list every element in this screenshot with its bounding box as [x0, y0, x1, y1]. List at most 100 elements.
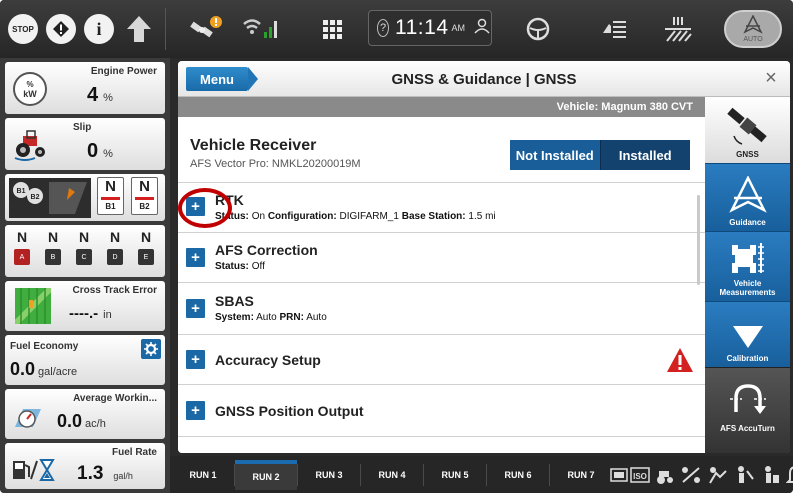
- sbas-prn-key: PRN:: [279, 312, 304, 323]
- run-tab-1[interactable]: RUN 1: [172, 460, 234, 490]
- sbas-row[interactable]: + SBAS System: Auto PRN: Auto: [178, 283, 705, 335]
- section-b-icon: B: [45, 249, 61, 265]
- expand-plus-icon[interactable]: +: [186, 299, 205, 318]
- sbas-details: System: Auto PRN: Auto: [215, 312, 327, 323]
- expand-plus-icon[interactable]: +: [186, 248, 205, 267]
- section-a: NA: [13, 229, 31, 265]
- accuracy-setup-row[interactable]: + Accuracy Setup: [178, 335, 705, 385]
- worker-status-icon[interactable]: [734, 465, 756, 485]
- signal-button[interactable]: [242, 12, 282, 46]
- installed-option[interactable]: Installed: [599, 140, 690, 170]
- left-status-panel: % kW Engine Power 4% Slip 0% B1 B2 N B1 …: [0, 58, 170, 493]
- tractor-status-icon[interactable]: [655, 465, 675, 485]
- warning-icon: [667, 348, 693, 372]
- hitch-b1-label: B1: [105, 202, 116, 211]
- field-crop-icon: [665, 17, 692, 42]
- nav-gnss[interactable]: GNSS: [705, 97, 790, 163]
- iso-icon[interactable]: ISO: [610, 465, 650, 485]
- run-tab-7[interactable]: RUN 7: [550, 460, 612, 490]
- highlight-circle-annotation: [178, 188, 232, 228]
- vehicle-receiver-subtitle: AFS Vector Pro: NMKL20200019M: [190, 158, 361, 170]
- gear-icon: [144, 342, 158, 356]
- run-tab-5[interactable]: RUN 5: [424, 460, 486, 490]
- fuel-rate-title: Fuel Rate: [111, 447, 157, 458]
- fuel-economy-unit: gal/acre: [38, 366, 78, 378]
- vehicle-receiver-title: Vehicle Receiver: [190, 137, 317, 154]
- gnss-position-output-row[interactable]: + GNSS Position Output: [178, 385, 705, 437]
- right-navigation: GNSS Guidance Vehicle Measurements Calib…: [705, 97, 790, 453]
- fuel-rate-tile[interactable]: Fuel Rate 1.3 gal/h: [5, 443, 165, 489]
- receiver-installed-toggle[interactable]: Not Installed Installed: [510, 140, 690, 170]
- expand-plus-icon[interactable]: +: [186, 401, 205, 420]
- engine-power-value: 4: [87, 84, 99, 106]
- slip-title: Slip: [73, 122, 92, 133]
- notification-bell-icon[interactable]: 8: [786, 464, 793, 486]
- clock-time: 11:14: [395, 16, 449, 39]
- top-bar: STOP i ? 11:14 AM AUTO: [0, 0, 793, 58]
- steering-button[interactable]: [520, 12, 556, 46]
- vehicle-receiver-row: Vehicle Receiver AFS Vector Pro: NMKL202…: [178, 117, 705, 183]
- window-header: Menu GNSS & Guidance | GNSS ×: [178, 61, 790, 97]
- svg-text:B1: B1: [17, 188, 26, 195]
- implement-status-icon[interactable]: [707, 465, 729, 485]
- cross-track-tile[interactable]: Cross Track Error ----.- in: [5, 281, 165, 331]
- nav-calibration-label: Calibration: [726, 354, 769, 363]
- fuel-economy-title: Fuel Economy: [10, 341, 79, 352]
- close-button[interactable]: ×: [760, 67, 782, 89]
- info-button[interactable]: i: [84, 12, 114, 46]
- avg-working-unit: ac/h: [85, 418, 106, 430]
- stop-button[interactable]: STOP: [8, 12, 38, 46]
- fuel-economy-tile[interactable]: Fuel Economy 0.0 gal/acre: [5, 335, 165, 385]
- hitch-tile[interactable]: B1 B2 N B1 N B2: [5, 174, 165, 221]
- afs-status-value: Off: [251, 261, 265, 272]
- hitch-b1-n: N: [105, 178, 116, 195]
- hitch-b2-n: N: [139, 178, 150, 195]
- clock-widget[interactable]: ? 11:14 AM: [368, 10, 492, 46]
- nav-guidance[interactable]: Guidance: [705, 163, 790, 231]
- engine-power-unit: %: [103, 92, 113, 104]
- slip-tile[interactable]: Slip 0%: [5, 118, 165, 170]
- run-tab-3[interactable]: RUN 3: [298, 460, 360, 490]
- hitch-b2-label: B2: [139, 202, 150, 211]
- nav-vehicle-measurements[interactable]: Vehicle Measurements: [705, 231, 790, 301]
- section-d: ND: [106, 229, 124, 265]
- sections-tile[interactable]: NA NB NC ND NE: [5, 225, 165, 277]
- slip-value: 0: [87, 140, 99, 162]
- list-scrollbar[interactable]: [697, 195, 700, 285]
- gps-status-button[interactable]: [185, 12, 225, 46]
- not-installed-option[interactable]: Not Installed: [510, 140, 600, 170]
- bottom-run-bar: RUN 1 RUN 2 RUN 3 RUN 4 RUN 5 RUN 6 RUN …: [170, 456, 793, 493]
- nav-calibration[interactable]: Calibration: [705, 301, 790, 367]
- section-a-icon: A: [14, 249, 30, 265]
- nav-vehicle-measurements-label: Vehicle Measurements: [719, 279, 776, 297]
- gnss-settings-list: Vehicle Receiver AFS Vector Pro: NMKL202…: [178, 117, 705, 453]
- run-tab-6[interactable]: RUN 6: [487, 460, 549, 490]
- nav-afs-accuturn[interactable]: AFS AccuTurn: [705, 367, 790, 453]
- hitch-b1-indicator: N B1: [97, 177, 124, 215]
- fuel-economy-settings-button[interactable]: [141, 339, 161, 359]
- help-icon: ?: [377, 19, 389, 37]
- afs-correction-row[interactable]: + AFS Correction Status: Off: [178, 233, 705, 283]
- triangle-down-icon: [732, 326, 763, 348]
- satellite-icon: [726, 107, 767, 145]
- implement-button[interactable]: [596, 12, 632, 46]
- run-tab-2[interactable]: RUN 2: [235, 460, 297, 490]
- engine-power-tile[interactable]: % kW Engine Power 4%: [5, 62, 165, 114]
- operator-status-icon[interactable]: [761, 465, 781, 485]
- vehicle-label: Vehicle: Magnum 380 CVT: [178, 97, 705, 117]
- apps-grid-button[interactable]: [318, 12, 346, 46]
- diamond-button[interactable]: [46, 12, 76, 46]
- gnss-settings-window: Menu GNSS & Guidance | GNSS × Vehicle: M…: [178, 61, 790, 453]
- section-a-state: N: [16, 229, 28, 245]
- rtk-config-key: Configuration:: [267, 211, 337, 222]
- run-tab-4[interactable]: RUN 4: [361, 460, 423, 490]
- percent-status-icon[interactable]: [680, 465, 702, 485]
- home-up-button[interactable]: [122, 12, 156, 46]
- expand-plus-icon[interactable]: +: [186, 350, 205, 369]
- afs-correction-details: Status: Off: [215, 261, 265, 272]
- avg-working-tile[interactable]: Average Workin... 0.0 ac/h: [5, 389, 165, 439]
- rtk-row[interactable]: + RTK Status: On Configuration: DIGIFARM…: [178, 183, 705, 233]
- auto-guidance-button[interactable]: AUTO: [724, 10, 782, 48]
- section-b-state: N: [47, 229, 59, 245]
- field-button[interactable]: [660, 12, 696, 46]
